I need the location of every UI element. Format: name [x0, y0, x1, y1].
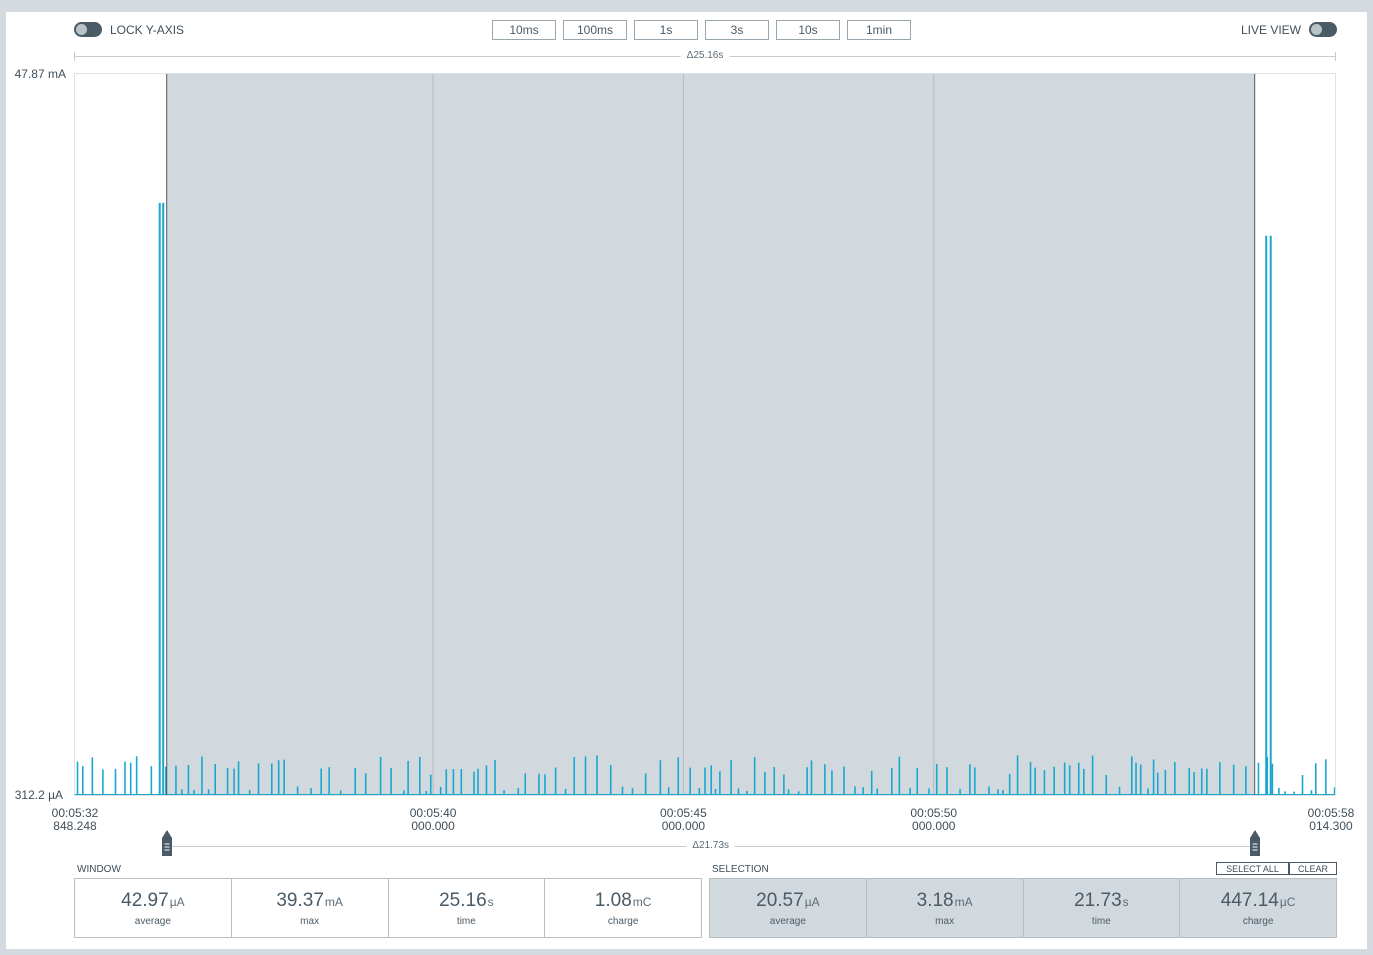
window-average-value: 42.97	[121, 889, 169, 911]
live-view-toggle[interactable]: LIVE VIEW	[1241, 22, 1337, 37]
x-tick-4: 00:05:58 014.300	[1308, 807, 1355, 833]
selection-start-handle-icon[interactable]	[161, 830, 172, 856]
x-tick-3: 00:05:50 000.000	[910, 807, 957, 833]
zoom-3s-button[interactable]: 3s	[705, 20, 769, 40]
lock-y-axis-switch-icon[interactable]	[74, 22, 102, 37]
selection-time-unit: s	[1122, 894, 1129, 909]
window-max-unit: mA	[324, 894, 343, 909]
x-tick-2: 00:05:45 000.000	[660, 807, 707, 833]
selection-max-stat: 3.18mA max	[867, 879, 1024, 937]
power-profiler-app: LOCK Y-AXIS 10ms 100ms 1s 3s 10s 1min LI…	[6, 12, 1367, 949]
window-average-label: average	[134, 915, 171, 927]
live-view-switch-icon[interactable]	[1309, 22, 1337, 37]
clear-selection-button[interactable]: CLEAR	[1289, 862, 1337, 875]
select-all-button[interactable]: SELECT ALL	[1216, 862, 1289, 875]
selection-charge-stat: 447.14µC charge	[1180, 879, 1336, 937]
y-axis-max-label: 47.87 mA	[14, 67, 66, 81]
window-time-label: time	[456, 915, 476, 927]
window-range-indicator: Δ25.16s	[74, 50, 1336, 62]
selection-area[interactable]	[166, 74, 1255, 795]
selection-average-stat: 20.57µA average	[710, 879, 867, 937]
selection-max-value: 3.18	[916, 889, 954, 911]
window-max-label: max	[300, 915, 320, 927]
selection-charge-unit: µC	[1279, 894, 1296, 909]
selection-charge-label: charge	[1242, 915, 1274, 927]
lock-y-axis-label: LOCK Y-AXIS	[110, 22, 185, 37]
zoom-10s-button[interactable]: 10s	[776, 20, 840, 40]
current-chart[interactable]	[74, 73, 1336, 796]
zoom-10ms-button[interactable]: 10ms	[492, 20, 556, 40]
window-average-unit: µA	[169, 894, 185, 909]
zoom-1min-button[interactable]: 1min	[847, 20, 911, 40]
selection-charge-value: 447.14	[1220, 889, 1279, 911]
window-charge-label: charge	[607, 915, 639, 927]
window-delta-label: Δ25.16s	[680, 50, 730, 62]
x-tick-sub-1: 000.000	[411, 819, 455, 833]
selection-max-label: max	[935, 915, 955, 927]
zoom-1s-button[interactable]: 1s	[634, 20, 698, 40]
window-charge-unit: mC	[632, 894, 652, 909]
selection-time-label: time	[1091, 915, 1111, 927]
window-max-stat: 39.37mA max	[232, 879, 389, 937]
selection-average-value: 20.57	[756, 889, 804, 911]
selection-range-indicator: Δ21.73s	[166, 840, 1255, 852]
selection-time-value: 21.73	[1074, 889, 1122, 911]
x-tick-0: 00:05:32 848.248	[52, 807, 99, 833]
window-max-value: 39.37	[276, 889, 324, 911]
window-time-stat: 25.16s time	[389, 879, 546, 937]
x-tick-sub-0: 848.248	[53, 819, 97, 833]
selection-end-handle-icon[interactable]	[1249, 830, 1260, 856]
x-tick-sub-4: 014.300	[1309, 819, 1353, 833]
current-chart-svg[interactable]	[75, 74, 1335, 795]
x-tick-1: 00:05:40 000.000	[410, 807, 457, 833]
window-time-value: 25.16	[439, 889, 487, 911]
x-tick-sub-2: 000.000	[661, 819, 706, 833]
window-charge-stat: 1.08mC charge	[545, 879, 701, 937]
y-axis-min-label: 312.2 µA	[14, 788, 63, 802]
window-stats-title: WINDOW	[77, 864, 121, 875]
selection-max-unit: mA	[954, 894, 973, 909]
x-tick-sub-3: 000.000	[912, 819, 956, 833]
selection-average-label: average	[769, 915, 806, 927]
selection-stats-panel: 20.57µA average 3.18mA max 21.73s time 4…	[709, 878, 1337, 938]
selection-time-stat: 21.73s time	[1024, 879, 1181, 937]
window-average-stat: 42.97µA average	[75, 879, 232, 937]
selection-delta-label: Δ21.73s	[686, 840, 736, 852]
window-time-unit: s	[487, 894, 494, 909]
zoom-buttons: 10ms 100ms 1s 3s 10s 1min	[492, 20, 911, 40]
zoom-100ms-button[interactable]: 100ms	[563, 20, 627, 40]
window-charge-value: 1.08	[594, 889, 632, 911]
selection-average-unit: µA	[804, 894, 820, 909]
live-view-label: LIVE VIEW	[1240, 22, 1301, 37]
window-stats-panel: 42.97µA average 39.37mA max 25.16s time …	[74, 878, 702, 938]
lock-y-axis-toggle[interactable]: LOCK Y-AXIS	[74, 22, 184, 37]
selection-stats-title: SELECTION	[712, 864, 769, 875]
